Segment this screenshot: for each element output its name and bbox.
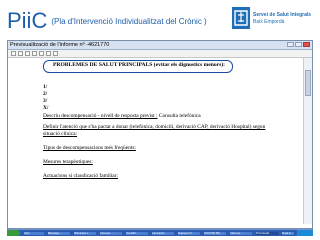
family-claudication-actions: Actuacions si claudicació familiar: bbox=[43, 173, 118, 179]
taskbar-item[interactable]: Nota b... bbox=[281, 231, 295, 236]
taskbar-item[interactable]: Intranet ... bbox=[99, 231, 123, 236]
taskbar-item[interactable]: Cre&Dr ... bbox=[125, 231, 149, 236]
window-controls bbox=[287, 42, 310, 47]
next-page-icon[interactable] bbox=[32, 51, 37, 56]
taskbar-item[interactable]: Windows I... bbox=[73, 231, 97, 236]
scrollbar-thumb[interactable] bbox=[305, 70, 311, 96]
response-definition-line2: situació clínica: bbox=[43, 131, 77, 137]
last-page-icon[interactable] bbox=[39, 51, 44, 56]
document-heading: PROBLEMES DE SALUT PRINCIPALS (evitar el… bbox=[53, 62, 226, 68]
response-definition-line1: Definir l'atenció que s'ha pactat a dona… bbox=[43, 124, 266, 130]
taskbar-item[interactable]: Lanzador... bbox=[151, 231, 175, 236]
decompensation-value: Consulta telefònica bbox=[158, 113, 201, 119]
zoom-icon[interactable] bbox=[46, 51, 51, 56]
start-button[interactable] bbox=[7, 230, 20, 236]
taskbar-item-active[interactable]: Previsuali... bbox=[255, 231, 279, 236]
taskbar-item[interactable]: Equipos P... bbox=[177, 231, 201, 236]
logo-mark-icon bbox=[232, 7, 250, 29]
report-preview-window: Previsualització de l'informe nº -462177… bbox=[7, 40, 313, 229]
slide-title: PiiC (Pla d'Intervenció Individualitzat d… bbox=[7, 8, 207, 34]
taskbar-item[interactable]: Bandeja... bbox=[47, 231, 71, 236]
first-page-icon[interactable] bbox=[18, 51, 23, 56]
slide-title-subtitle: (Pla d'Intervenció Individualitzat del C… bbox=[51, 17, 207, 26]
taskbar-item[interactable]: Informe... bbox=[229, 231, 253, 236]
vertical-scrollbar[interactable] bbox=[303, 58, 312, 224]
logo-text-line1: Servei de Salut Integrals bbox=[253, 12, 312, 18]
therapeutic-measures: Mesures terapèutiques: bbox=[43, 159, 93, 165]
previous-page-icon[interactable] bbox=[25, 51, 30, 56]
decompensation-row: Descriu descompensació - nivell de respo… bbox=[43, 113, 201, 119]
report-toolbar bbox=[8, 50, 312, 58]
maximize-button[interactable] bbox=[295, 42, 302, 47]
export-icon[interactable] bbox=[53, 51, 58, 56]
problem-2: 2/ bbox=[43, 91, 48, 97]
decompensation-label: Descriu descompensació - nivell de respo… bbox=[43, 113, 158, 119]
minimize-button[interactable] bbox=[287, 42, 294, 47]
problem-1: 1/ bbox=[43, 84, 48, 90]
print-icon[interactable] bbox=[11, 51, 16, 56]
taskbar-item[interactable]: Inici bbox=[23, 231, 45, 236]
system-tray[interactable] bbox=[297, 230, 313, 236]
institution-logo: Servei de Salut Integrals Baix Empordà bbox=[232, 6, 318, 32]
close-button[interactable] bbox=[303, 42, 310, 47]
problem-x: X/ bbox=[43, 105, 49, 111]
problem-3: 3/ bbox=[43, 98, 48, 104]
taskbar-item[interactable]: HISTOR BF... bbox=[203, 231, 227, 236]
logo-text-line2: Baix Empordà bbox=[253, 19, 285, 25]
windows-taskbar: Inici Bandeja... Windows I... Intranet .… bbox=[7, 229, 313, 236]
report-document: PROBLEMES DE SALUT PRINCIPALS (evitar el… bbox=[8, 58, 298, 224]
window-titlebar: Previsualització de l'informe nº -462177… bbox=[8, 41, 312, 50]
window-title: Previsualització de l'informe nº -462177… bbox=[10, 42, 110, 48]
slide-title-main: PiiC bbox=[7, 8, 48, 33]
frequent-decompensations: Tipus de descompensacions més freqüents: bbox=[43, 145, 136, 151]
